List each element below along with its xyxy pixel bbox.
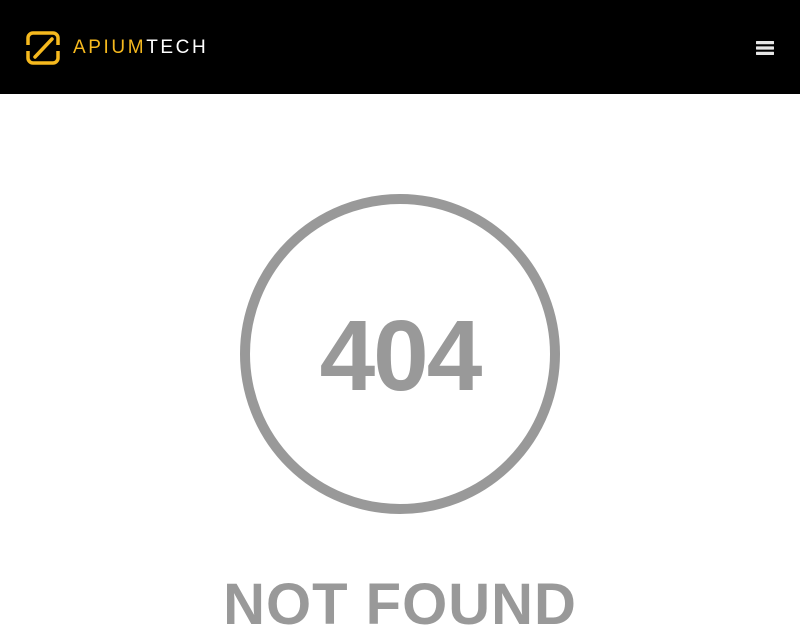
error-code-circle: 404: [240, 194, 560, 514]
error-message: NOT FOUND: [223, 572, 577, 637]
brand-logo-link[interactable]: APIUMTECH: [26, 31, 208, 65]
site-header: APIUMTECH: [0, 0, 800, 94]
hamburger-menu-icon[interactable]: [752, 36, 778, 60]
brand-wordmark-tech: TECH: [146, 37, 209, 58]
error-code: 404: [319, 300, 483, 412]
brand-wordmark: APIUMTECH: [73, 31, 208, 65]
apiumtech-logo-icon: [26, 31, 60, 65]
brand-wordmark-apium: APIUM: [73, 37, 147, 58]
